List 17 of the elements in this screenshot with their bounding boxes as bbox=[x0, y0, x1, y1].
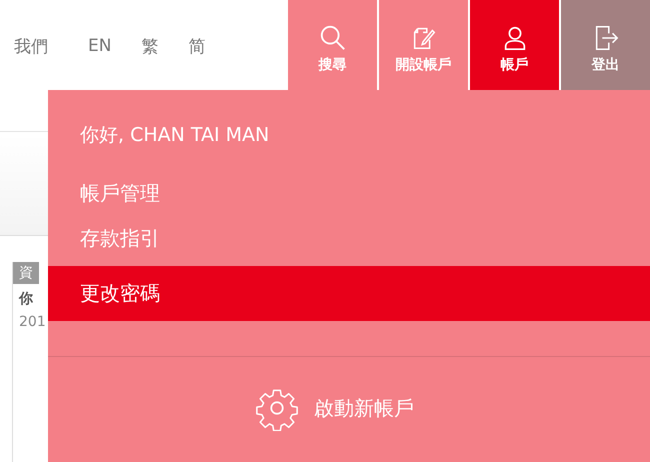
nav-link[interactable]: 繁 bbox=[141, 34, 158, 58]
header-button[interactable]: 登出 bbox=[561, 0, 650, 90]
search-icon bbox=[318, 24, 346, 52]
nav-link[interactable]: EN bbox=[88, 36, 112, 56]
nav-link[interactable]: 我們 bbox=[14, 34, 48, 58]
nav-link[interactable]: 简 bbox=[188, 34, 206, 58]
activate-account-link[interactable]: 啟動新帳戶 bbox=[314, 394, 414, 422]
menu-item[interactable]: 更改密碼 bbox=[48, 266, 650, 321]
info-title: 你 bbox=[18, 290, 34, 308]
header-button[interactable]: 搜尋 bbox=[288, 0, 377, 90]
info-date: 201 bbox=[18, 313, 47, 330]
greeting-text: 你好, CHAN TAI MAN bbox=[48, 90, 650, 152]
header-button[interactable]: 開設帳戶 bbox=[379, 0, 468, 90]
menu-item[interactable]: 存款指引 bbox=[48, 216, 650, 261]
info-tab[interactable]: 資 bbox=[13, 262, 39, 284]
menu-item[interactable]: 帳戶管理 bbox=[48, 171, 650, 216]
header-button[interactable]: 帳戶 bbox=[470, 0, 559, 90]
